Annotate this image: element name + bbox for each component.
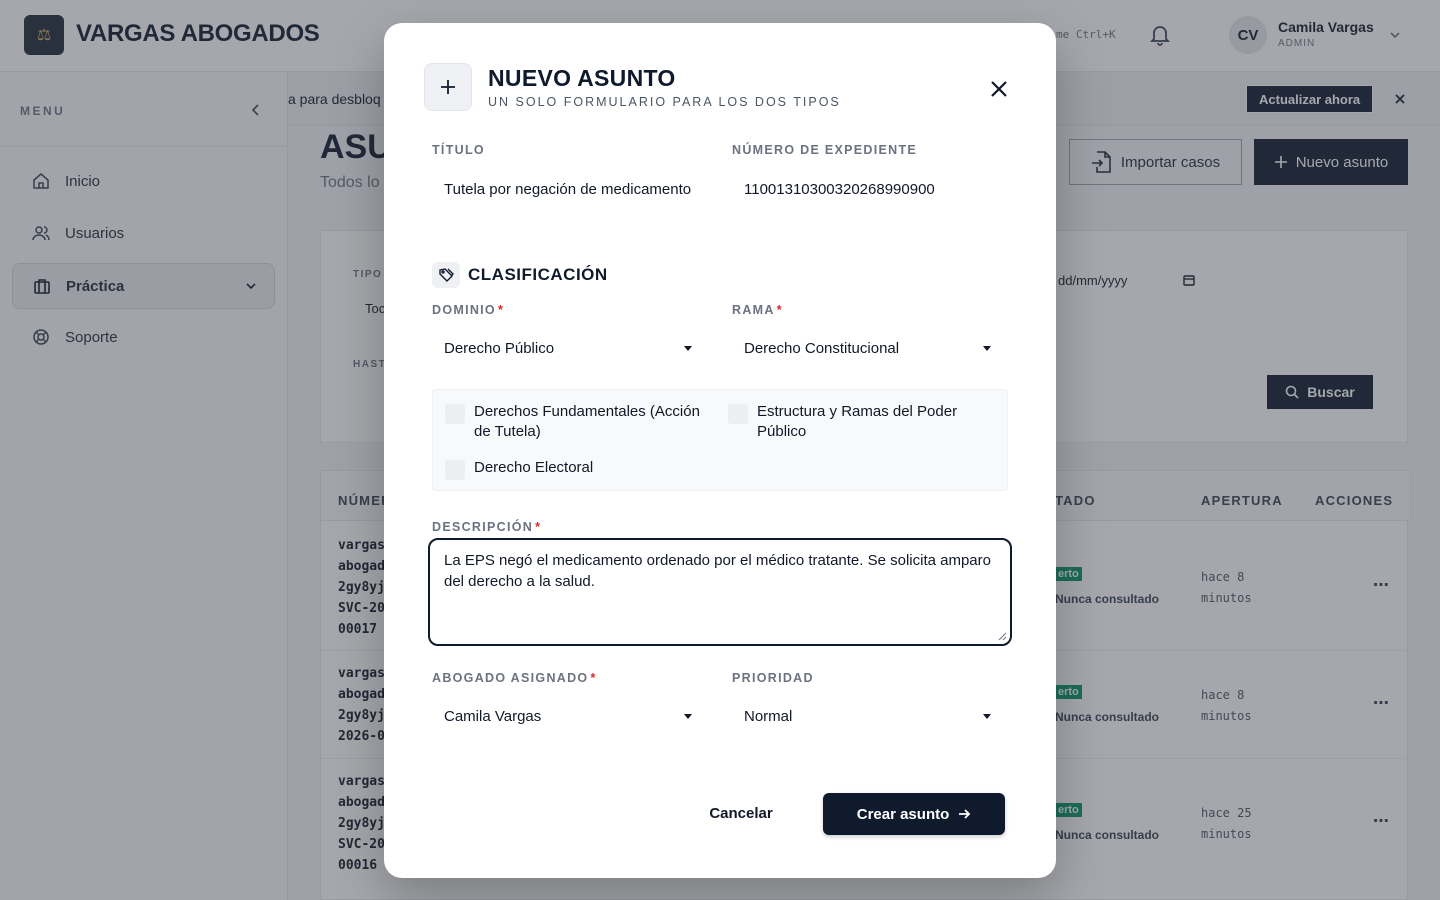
required-mark: *: [535, 520, 542, 534]
caret-down-icon: [983, 714, 991, 719]
checkbox-derecho-electoral[interactable]: Derecho Electoral: [445, 458, 715, 480]
assigned-lawyer-select[interactable]: Camila Vargas: [444, 701, 696, 731]
description-label: DESCRIPCIÓN *: [432, 520, 542, 534]
priority-select-value: Normal: [744, 707, 793, 725]
checkbox[interactable]: [728, 404, 748, 424]
close-icon[interactable]: [988, 78, 1010, 100]
checkbox-label: Estructura y Ramas del Poder Público: [757, 403, 958, 440]
file-number-input[interactable]: 11001310300320268990900: [744, 174, 996, 204]
create-matter-label: Crear asunto: [856, 805, 950, 823]
checkbox-derechos-fundamentales[interactable]: Derechos Fundamentales (Acción de Tutela…: [445, 402, 715, 442]
arrow-right-icon: [959, 809, 971, 819]
domain-select-value: Derecho Público: [444, 339, 555, 357]
caret-down-icon: [983, 346, 991, 351]
domain-select[interactable]: Derecho Público: [444, 333, 696, 363]
checkbox-label: Derecho Electoral: [474, 459, 594, 476]
branch-label: RAMA *: [732, 303, 783, 317]
assigned-lawyer-label: ABOGADO ASIGNADO *: [432, 671, 597, 685]
create-matter-button[interactable]: Crear asunto: [823, 793, 1005, 835]
resize-handle-icon[interactable]: [997, 631, 1007, 641]
modal-header-icon: [424, 63, 472, 111]
new-matter-modal: NUEVO ASUNTO UN SOLO FORMULARIO PARA LOS…: [384, 23, 1056, 878]
required-mark: *: [497, 303, 505, 317]
plus-icon: [441, 80, 455, 94]
domain-label: DOMINIO *: [432, 303, 505, 317]
checkbox-label: Derechos Fundamentales (Acción de Tutela…: [474, 403, 700, 440]
priority-select[interactable]: Normal: [744, 701, 996, 731]
required-mark: *: [590, 671, 597, 685]
branch-select-value: Derecho Constitucional: [744, 339, 900, 357]
title-input[interactable]: Tutela por negación de medicamento: [444, 174, 696, 204]
branch-select[interactable]: Derecho Constitucional: [744, 333, 996, 363]
classification-heading: CLASIFICACIÓN: [468, 265, 608, 284]
priority-label: PRIORIDAD: [732, 671, 814, 685]
caret-down-icon: [684, 714, 692, 719]
cancel-button[interactable]: Cancelar: [694, 793, 788, 833]
assigned-lawyer-value: Camila Vargas: [444, 707, 542, 725]
required-mark: *: [776, 303, 783, 317]
modal-subtitle: UN SOLO FORMULARIO PARA LOS DOS TIPOS: [488, 95, 841, 109]
checkbox[interactable]: [445, 460, 465, 480]
title-label: TÍTULO: [432, 143, 485, 157]
checkbox-estructura-ramas[interactable]: Estructura y Ramas del Poder Público: [728, 402, 998, 442]
checkbox[interactable]: [445, 404, 465, 424]
file-number-label: NÚMERO DE EXPEDIENTE: [732, 143, 918, 157]
description-text: La EPS negó el medicamento ordenado por …: [444, 552, 991, 590]
subbranch-checkboxes: Derechos Fundamentales (Acción de Tutela…: [432, 389, 1008, 491]
caret-down-icon: [684, 346, 692, 351]
modal-title: NUEVO ASUNTO: [488, 65, 676, 91]
description-textarea[interactable]: La EPS negó el medicamento ordenado por …: [428, 538, 1012, 646]
tag-icon: [432, 262, 460, 288]
